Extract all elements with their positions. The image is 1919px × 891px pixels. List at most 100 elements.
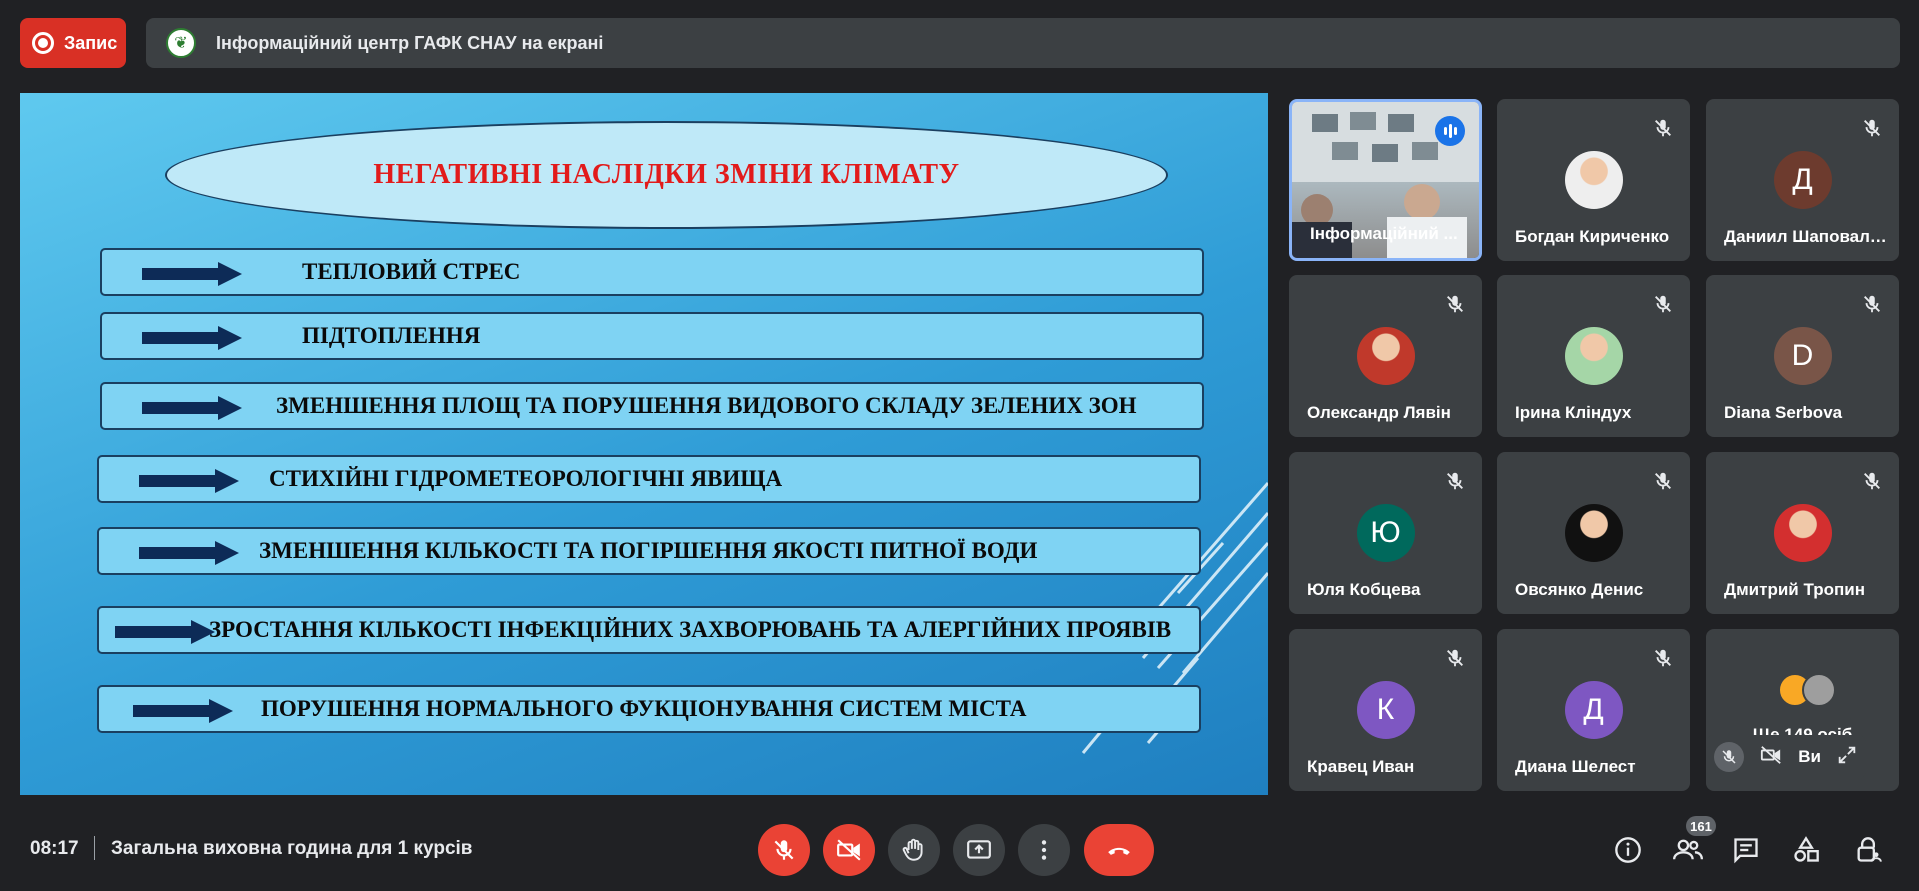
participant-tile[interactable]: Богдан Кириченко — [1497, 99, 1690, 261]
arrow-right-icon — [139, 469, 239, 493]
slide-item: ТЕПЛОВИЙ СТРЕС — [100, 248, 1204, 296]
slide-item: ЗМЕНШЕННЯ КІЛЬКОСТІ ТА ПОГІРШЕННЯ ЯКОСТІ… — [97, 527, 1201, 575]
slide-item: ПОРУШЕННЯ НОРМАЛЬНОГО ФУКЦІОНУВАННЯ СИСТ… — [97, 685, 1201, 733]
present-screen-button[interactable] — [953, 824, 1005, 876]
arrow-right-icon — [142, 262, 242, 286]
mic-off-icon — [1444, 647, 1466, 669]
recording-label: Запис — [64, 32, 118, 53]
arrow-right-icon — [142, 326, 242, 350]
info-icon — [1615, 837, 1641, 863]
lock-person-icon — [1857, 837, 1882, 862]
meet-window: Запис ❦ Інформаційний центр ГАФК СНАУ на… — [0, 0, 1919, 891]
avatar: D — [1773, 327, 1832, 385]
activities-button[interactable] — [1790, 834, 1822, 866]
slide-item-text: СТИХІЙНІ ГІДРОМЕТЕОРОЛОГІЧНІ ЯВИЩА — [269, 466, 783, 491]
participant-name: Ірина Кліндух — [1515, 403, 1632, 422]
mic-off-icon — [1652, 293, 1674, 315]
meeting-details-button[interactable] — [1612, 834, 1644, 866]
participant-tile[interactable]: Дмитрий Тропин — [1706, 452, 1899, 614]
participant-name: Дмитрий Тропин — [1724, 580, 1865, 599]
slide-item: ПІДТОПЛЕННЯ — [100, 312, 1204, 360]
participant-name: Диана Шелест — [1515, 757, 1636, 776]
slide-item-text: ПОРУШЕННЯ НОРМАЛЬНОГО ФУКЦІОНУВАННЯ СИСТ… — [261, 696, 1027, 721]
clock: 08:17 — [30, 838, 79, 859]
arrow-right-icon — [115, 620, 215, 644]
chat-button[interactable] — [1730, 834, 1762, 866]
present-icon — [967, 840, 991, 859]
presenting-text: Інформаційний центр ГАФК СНАУ на екрані — [216, 32, 604, 53]
participant-tile[interactable]: Д Диана Шелест — [1497, 629, 1690, 791]
avatar: Д — [1564, 681, 1623, 739]
participant-name: Diana Serbova — [1724, 403, 1843, 422]
participant-tile[interactable]: Овсянко Денис — [1497, 452, 1690, 614]
slide-item-text: ТЕПЛОВИЙ СТРЕС — [302, 259, 521, 284]
camera-off-icon[interactable] — [1759, 744, 1783, 771]
avatar — [1564, 327, 1623, 385]
participant-tile[interactable]: К Кравец Иван — [1289, 629, 1482, 791]
participant-tile[interactable]: Олександр Лявін — [1289, 275, 1482, 437]
slide-item-text: ЗМЕНШЕННЯ ПЛОЩ ТА ПОРУШЕННЯ ВИДОВОГО СКЛ… — [276, 393, 1137, 418]
more-vert-icon — [1041, 840, 1047, 860]
end-call-button[interactable] — [1084, 824, 1154, 876]
participant-tile[interactable]: Ю Юля Кобцева — [1289, 452, 1482, 614]
avatar — [1802, 673, 1836, 707]
avatar — [1564, 504, 1623, 562]
slide-item-text: ЗМЕНШЕННЯ КІЛЬКОСТІ ТА ПОГІРШЕННЯ ЯКОСТІ… — [259, 538, 1038, 563]
slide-title-ellipse: НЕГАТИВНІ НАСЛІДКИ ЗМІНИ КЛІМАТУ — [165, 121, 1168, 229]
mic-off-icon — [1444, 293, 1466, 315]
slide-item-text: ЗРОСТАННЯ КІЛЬКОСТІ ІНФЕКЦІЙНИХ ЗАХВОРЮВ… — [209, 617, 1172, 642]
participant-name: Юля Кобцева — [1307, 580, 1421, 599]
avatar — [1356, 327, 1415, 385]
mic-off-icon — [1652, 647, 1674, 669]
host-controls-button[interactable] — [1852, 834, 1884, 866]
participant-tile[interactable]: Д Даниил Шаповалов — [1706, 99, 1899, 261]
shapes-icon — [1794, 836, 1819, 862]
people-icon — [1673, 839, 1703, 860]
participant-name: Даниил Шаповалов — [1724, 227, 1889, 246]
org-logo-icon: ❦ — [166, 28, 196, 58]
people-count-badge: 161 — [1686, 816, 1716, 836]
mic-off-icon — [1861, 470, 1883, 492]
avatar — [1773, 504, 1832, 562]
participant-name: Олександр Лявін — [1307, 403, 1451, 422]
mic-off-icon — [1652, 117, 1674, 139]
participant-tile[interactable]: Ірина Кліндух — [1497, 275, 1690, 437]
camera-toggle-button[interactable] — [823, 824, 875, 876]
more-avatars — [1778, 673, 1836, 707]
expand-icon[interactable] — [1836, 744, 1858, 771]
avatar — [1564, 151, 1623, 209]
raise-hand-button[interactable] — [888, 824, 940, 876]
more-options-button[interactable] — [1018, 824, 1070, 876]
chat-icon — [1734, 838, 1758, 864]
mic-off-icon — [1861, 117, 1883, 139]
presenting-bar: ❦ Інформаційний центр ГАФК СНАУ на екран… — [146, 18, 1900, 68]
slide-title: НЕГАТИВНІ НАСЛІДКИ ЗМІНИ КЛІМАТУ — [373, 159, 960, 190]
slide-item: ЗМЕНШЕННЯ ПЛОЩ ТА ПОРУШЕННЯ ВИДОВОГО СКЛ… — [100, 382, 1204, 430]
recording-button[interactable]: Запис — [20, 18, 126, 68]
arrow-right-icon — [139, 541, 239, 565]
mic-off-icon — [1444, 470, 1466, 492]
participant-name: Інформаційний ... — [1310, 224, 1458, 243]
slide-item-text: ПІДТОПЛЕННЯ — [302, 323, 481, 348]
you-label: Ви — [1798, 747, 1822, 766]
people-button[interactable] — [1672, 834, 1704, 866]
end-call-icon — [1108, 847, 1130, 855]
participant-tile[interactable]: D Diana Serbova — [1706, 275, 1899, 437]
shared-slide: НЕГАТИВНІ НАСЛІДКИ ЗМІНИ КЛІМАТУ ТЕПЛОВИ… — [20, 93, 1268, 795]
hand-icon — [902, 838, 923, 861]
mic-off-icon[interactable] — [1713, 742, 1744, 772]
meeting-title: Загальна виховна година для 1 курсів — [111, 838, 473, 859]
mic-toggle-button[interactable] — [758, 824, 810, 876]
mic-off-icon — [1652, 470, 1674, 492]
divider — [94, 836, 95, 860]
speaking-indicator-icon — [1435, 116, 1465, 146]
camera-off-icon — [837, 839, 861, 861]
participant-tile[interactable]: Інформаційний ... — [1289, 99, 1482, 261]
participant-name: Овсянко Денис — [1515, 580, 1644, 599]
avatar: Д — [1773, 151, 1832, 209]
avatar: Ю — [1356, 504, 1415, 562]
slide-item: СТИХІЙНІ ГІДРОМЕТЕОРОЛОГІЧНІ ЯВИЩА — [97, 455, 1201, 503]
mic-off-icon — [1861, 293, 1883, 315]
avatar: К — [1356, 681, 1415, 739]
record-icon — [32, 32, 54, 54]
